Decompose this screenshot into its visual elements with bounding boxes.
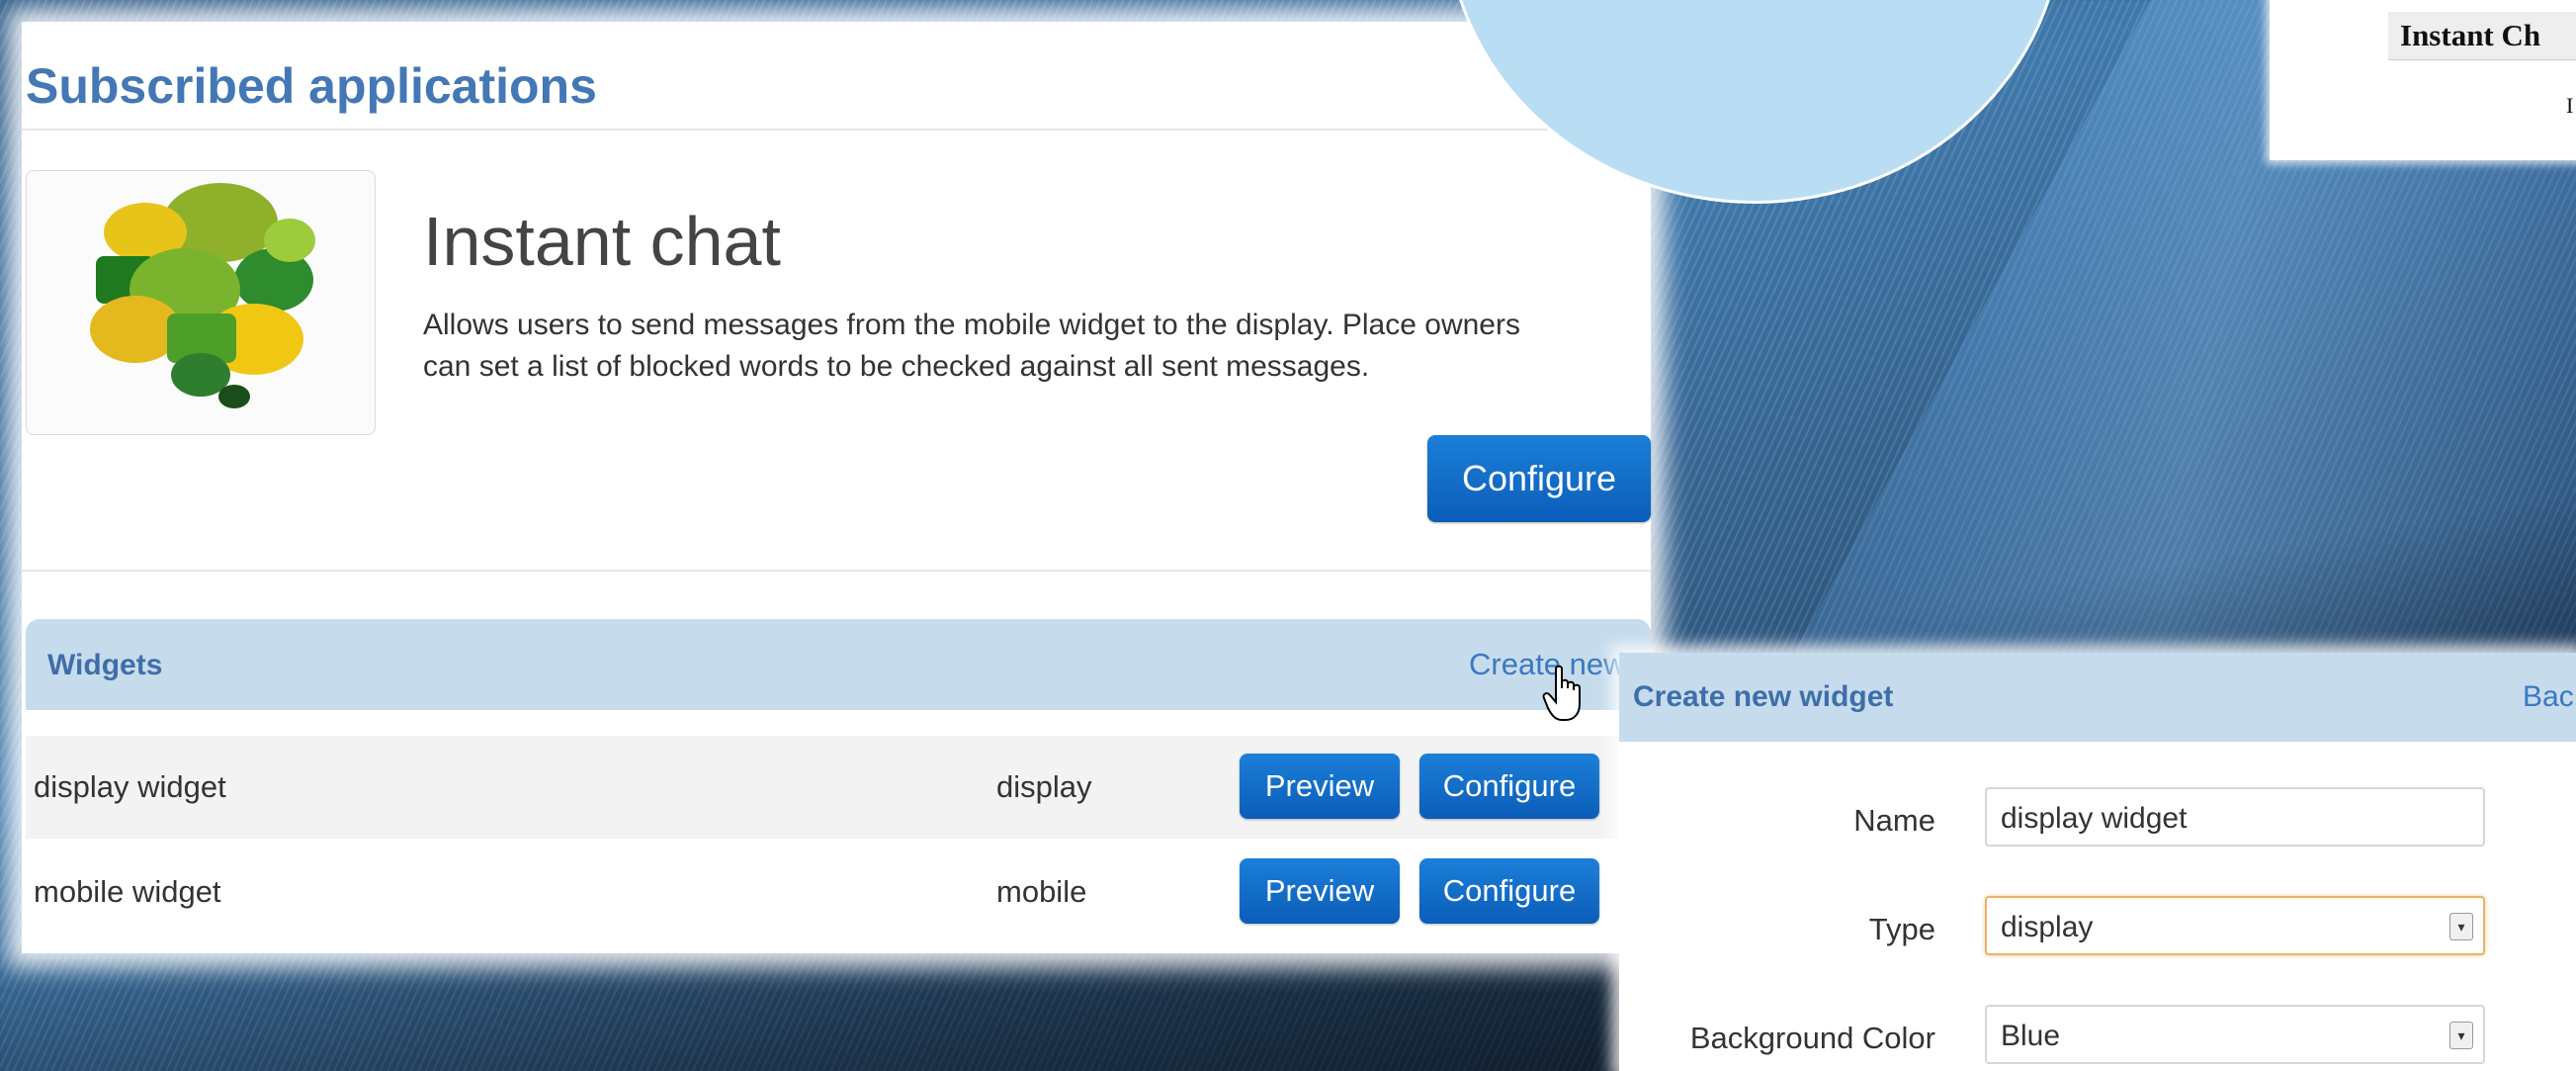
instant-chat-preview-snippet: Instant Ch I [2270, 0, 2576, 160]
preview-button[interactable]: Preview [1240, 858, 1400, 924]
create-widget-header: Create new widget Bac [1619, 653, 2576, 742]
type-select[interactable]: display ▾ [1985, 896, 2485, 955]
background-color-label: Background Color [1689, 1021, 1935, 1055]
snippet-text: I [2566, 93, 2574, 118]
name-label: Name [1853, 803, 1935, 838]
subscribed-applications-panel: Subscribed applications Instant chat All… [22, 22, 1651, 953]
create-widget-title: Create new widget [1633, 680, 1894, 713]
app-description: Allows users to send messages from the m… [423, 309, 1520, 383]
app-name: Instant chat [423, 203, 781, 280]
background-color-select[interactable]: Blue ▾ [1985, 1005, 2485, 1064]
type-select-value: display [2001, 911, 2094, 943]
background-color-select-value: Blue [2001, 1020, 2061, 1052]
dropdown-arrow-icon[interactable]: ▾ [2449, 913, 2473, 940]
preview-button[interactable]: Preview [1240, 754, 1400, 819]
widget-name: display widget [34, 769, 226, 804]
widgets-header: Widgets Create new [26, 619, 1651, 710]
divider [22, 570, 1651, 572]
configure-app-button[interactable]: Configure [1427, 435, 1651, 522]
hand-cursor-icon [1542, 665, 1581, 721]
widget-row: mobile widget mobile Preview Configure [26, 841, 1651, 943]
configure-widget-button[interactable]: Configure [1419, 754, 1599, 819]
dropdown-arrow-icon[interactable]: ▾ [2449, 1022, 2473, 1049]
page-title: Subscribed applications [26, 58, 597, 114]
create-widget-panel: Create new widget Bac Name display widge… [1619, 653, 2576, 1071]
back-link[interactable]: Bac [2523, 680, 2574, 714]
widget-type: display [996, 769, 1092, 804]
name-input[interactable]: display widget [1985, 787, 2485, 847]
snippet-title: Instant Ch [2388, 12, 2576, 60]
speech-bubbles-icon [26, 170, 376, 435]
configure-widget-button[interactable]: Configure [1419, 858, 1599, 924]
widget-row: display widget display Preview Configure [26, 736, 1651, 839]
widgets-title: Widgets [47, 649, 163, 681]
type-label: Type [1868, 912, 1935, 946]
widget-name: mobile widget [34, 874, 221, 909]
name-input-value: display widget [2001, 802, 2188, 835]
divider [22, 129, 1651, 131]
widget-type: mobile [996, 874, 1087, 909]
